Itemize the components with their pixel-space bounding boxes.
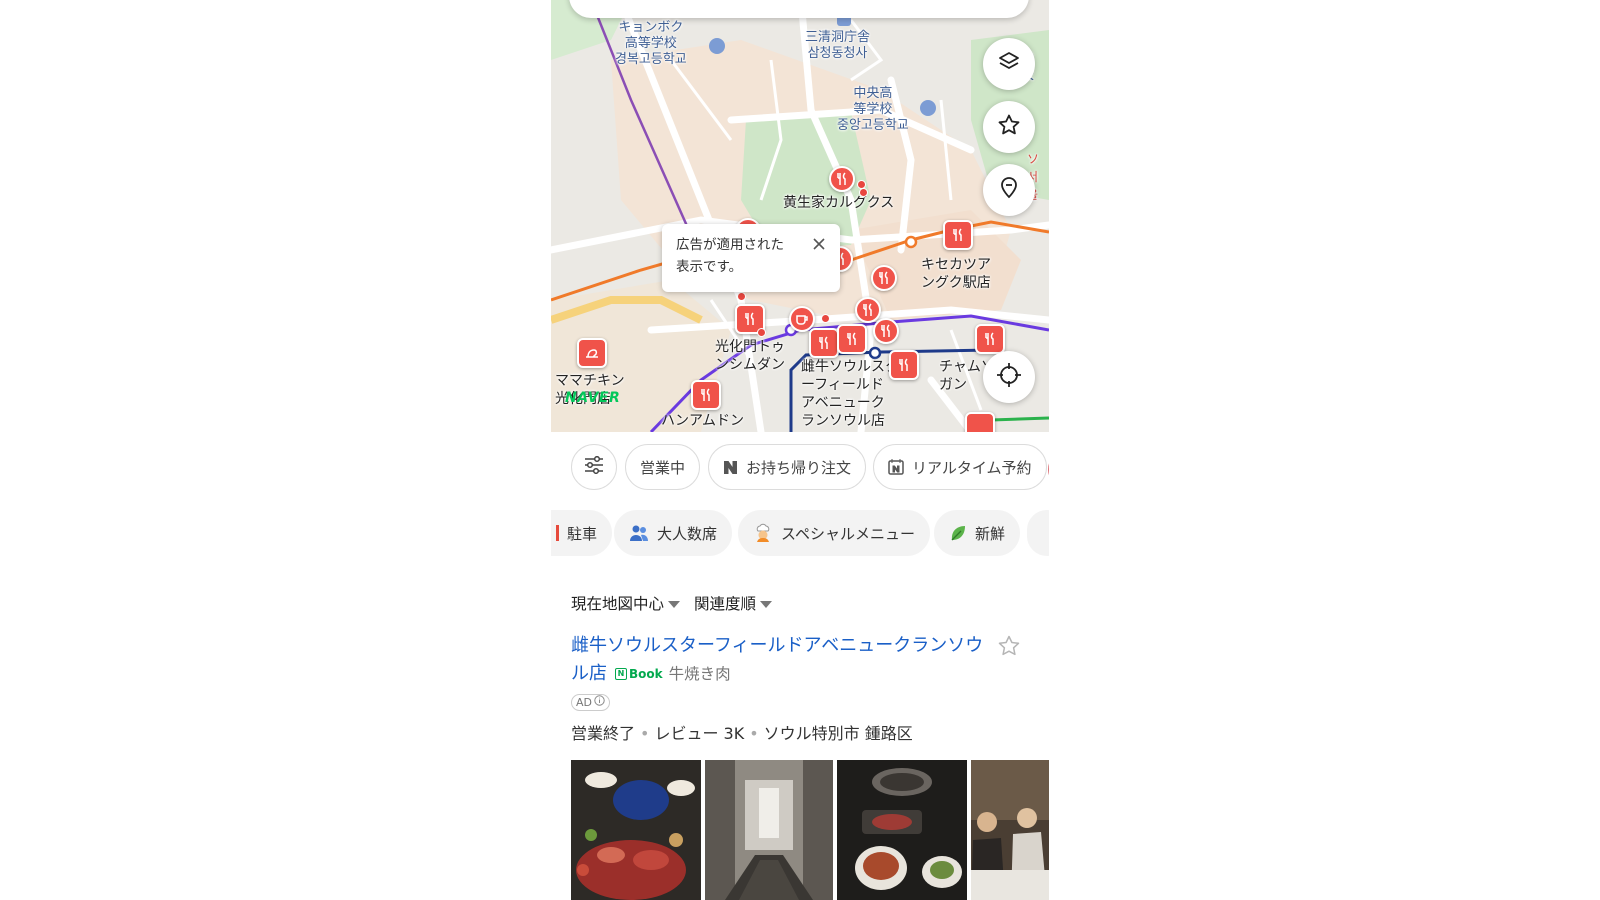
naver-n-icon: N <box>615 668 627 680</box>
ad-badge[interactable]: AD <box>571 694 610 711</box>
restaurant-pin[interactable] <box>975 324 1005 354</box>
photo-food-platter[interactable] <box>571 760 701 900</box>
filter-special-menu[interactable]: スペシャルメニュー <box>738 510 930 556</box>
chicken-pin[interactable] <box>577 338 607 368</box>
ad-label: AD <box>576 696 592 709</box>
filter-reservation-label: リアルタイム予約 <box>912 458 1032 477</box>
locate-icon <box>996 362 1022 392</box>
result-item[interactable]: 雌牛ソウルスターフィールドアベニュークランソウル店 N Book 牛焼き肉 <box>571 632 991 688</box>
saved-places-button[interactable] <box>983 164 1035 216</box>
map-label-samcheong-office: 三清洞庁舎 삼청동청사 <box>805 30 871 61</box>
filter-open-now-label: 営業中 <box>640 458 686 477</box>
photo-diners[interactable] <box>971 760 1049 900</box>
badge-label: Book <box>629 667 663 681</box>
result-meta: 営業終了 • レビュー 3K • ソウル特別市 鍾路区 <box>571 720 913 744</box>
filter-parking-label: 駐車 <box>567 524 598 543</box>
separator: • <box>749 724 759 743</box>
my-location-button[interactable] <box>983 351 1035 403</box>
photo-private-room[interactable] <box>705 760 833 900</box>
restaurant-dot[interactable] <box>757 328 766 337</box>
filter-next[interactable] <box>1027 510 1049 556</box>
leaf-icon <box>949 524 967 542</box>
location-dropdown[interactable]: 現在地図中心 <box>571 592 681 614</box>
separator: • <box>640 724 650 743</box>
map-label-kisekatsu: キセカツア ングク駅店 <box>921 257 991 291</box>
restaurant-dot[interactable] <box>821 314 830 323</box>
business-status: 営業終了 <box>571 724 636 743</box>
naver-watermark: NAVER <box>565 390 621 406</box>
star-icon[interactable] <box>997 634 1021 662</box>
location-dropdown-label: 現在地図中心 <box>571 595 665 613</box>
annotation-circle <box>1048 464 1049 475</box>
chevron-down-icon <box>668 601 681 608</box>
filter-row-secondary: 駐車 大人数席 スペシャルメニュー 新鮮 <box>551 510 1049 566</box>
people-icon <box>629 524 649 542</box>
naver-calendar-icon <box>888 459 904 475</box>
order-dropdown[interactable]: 関連度順 <box>694 592 773 614</box>
filter-special-menu-label: スペシャルメニュー <box>781 524 915 543</box>
restaurant-pin[interactable] <box>965 412 995 432</box>
layers-icon <box>997 50 1021 78</box>
sliders-icon <box>584 455 604 478</box>
favorites-button[interactable] <box>983 101 1035 153</box>
map-label-hanamdon: ハンアムドン <box>661 413 745 429</box>
review-count[interactable]: レビュー 3K <box>654 724 744 743</box>
map-label-joongang-school: 中央高 等学校 중앙고등학교 <box>837 86 909 133</box>
filter-takeout-label: お持ち帰り注文 <box>746 458 852 477</box>
map-label-kalguksu: 黄生家カルグクス <box>783 195 895 211</box>
chevron-down-icon <box>760 601 773 608</box>
star-icon <box>997 113 1021 141</box>
photo-grilled-beef[interactable] <box>837 760 967 900</box>
map-label-chunwoo: 雌牛ソウルスタ ーフィールド アベニューク ランソウル店 <box>801 359 899 429</box>
filter-group-seats[interactable]: 大人数席 <box>614 510 733 556</box>
result-address: ソウル特別市 鍾路区 <box>763 724 913 743</box>
search-bar[interactable] <box>569 0 1029 18</box>
restaurant-pin[interactable] <box>809 328 839 358</box>
restaurant-pin[interactable] <box>837 324 867 354</box>
filter-parking[interactable]: 駐車 <box>551 510 613 556</box>
naver-book-badge: N Book <box>615 660 663 688</box>
map-label-gwanghwamun: 光化門トゥ ンシムダン <box>715 339 785 373</box>
filter-open-now[interactable]: 営業中 <box>625 444 701 490</box>
restaurant-pin[interactable] <box>855 297 881 323</box>
filter-realtime-reservation[interactable]: リアルタイム予約 <box>873 444 1047 490</box>
restaurant-pin[interactable] <box>943 220 973 250</box>
filter-settings-button[interactable] <box>571 444 617 490</box>
parking-icon <box>556 525 559 541</box>
restaurant-pin[interactable] <box>829 166 855 192</box>
restaurant-dot[interactable] <box>859 188 868 197</box>
close-icon[interactable] <box>812 236 826 258</box>
filter-fresh-label: 新鮮 <box>975 524 1006 543</box>
restaurant-pin[interactable] <box>871 265 897 291</box>
filter-row-primary: 営業中 お持ち帰り注文 リアルタイム予約 <box>551 444 1049 500</box>
filter-fresh[interactable]: 新鮮 <box>934 510 1021 556</box>
ad-tooltip-text: 広告が適用された 表示です。 <box>676 237 784 275</box>
sort-bar: 現在地図中心 関連度順 <box>571 592 773 614</box>
filter-group-seats-label: 大人数席 <box>657 524 718 543</box>
screen: キョンボク 高等学校 경복고등학교 三清洞庁舎 삼청동청사 中央高 等学校 중앙… <box>0 0 1600 900</box>
restaurant-dot[interactable] <box>737 292 746 301</box>
naver-n-icon <box>723 460 738 475</box>
result-photos[interactable] <box>571 760 1049 900</box>
restaurant-pin[interactable] <box>873 318 899 344</box>
layers-button[interactable] <box>983 38 1035 90</box>
pin-icon <box>997 176 1021 204</box>
chef-icon <box>753 523 773 543</box>
map-label-kyungbok-school: キョンボク 高等学校 경복고등학교 <box>615 20 687 67</box>
filter-takeout-order[interactable]: お持ち帰り注文 <box>708 444 867 490</box>
restaurant-pin[interactable] <box>889 350 919 380</box>
info-icon <box>594 695 605 710</box>
order-dropdown-label: 関連度順 <box>694 595 757 613</box>
ad-tooltip: 広告が適用された 表示です。 <box>662 224 840 292</box>
map-view[interactable]: キョンボク 高等学校 경복고등학교 三清洞庁舎 삼청동청사 中央高 等学校 중앙… <box>551 0 1049 432</box>
result-category: 牛焼き肉 <box>668 665 731 683</box>
phone-viewport: キョンボク 高等学校 경복고등학교 三清洞庁舎 삼청동청사 中央高 等学校 중앙… <box>551 0 1049 900</box>
restaurant-pin[interactable] <box>691 380 721 410</box>
